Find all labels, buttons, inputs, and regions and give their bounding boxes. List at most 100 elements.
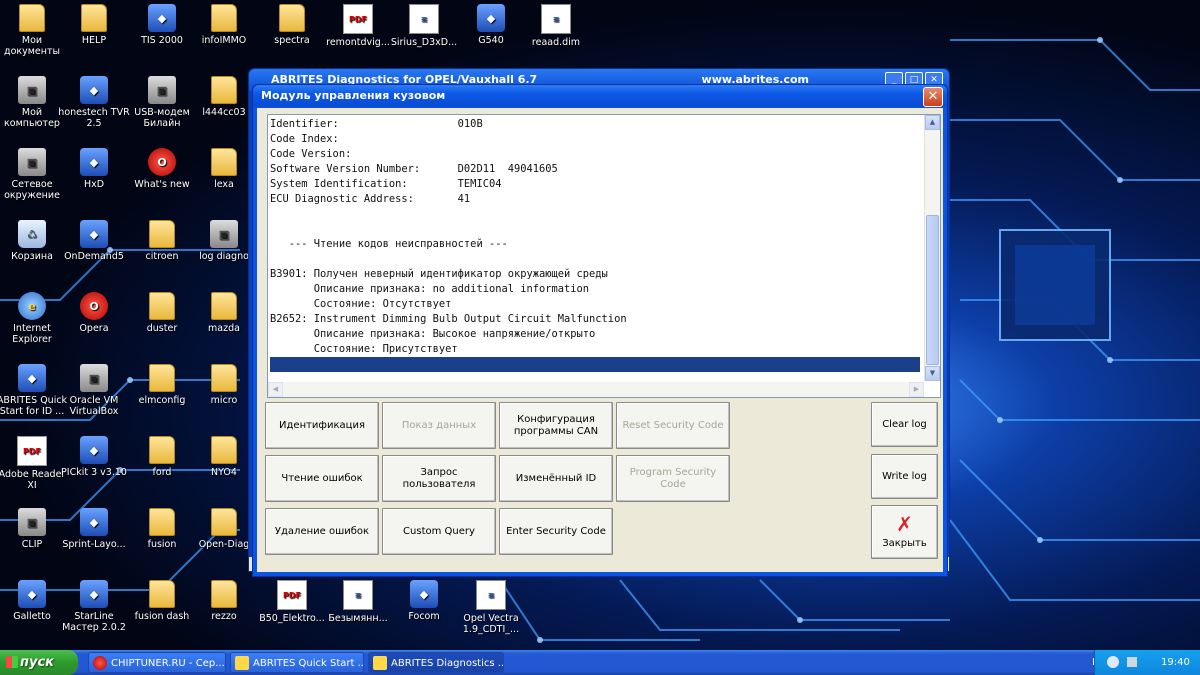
app-icon: ◆: [18, 580, 46, 608]
folder-icon: [19, 4, 45, 32]
folder-icon: [279, 4, 305, 32]
scroll-up-icon[interactable]: ▲: [925, 115, 940, 130]
desktop-icon-label: Opera: [79, 323, 109, 334]
desktop-icon-label: Безымянн...: [328, 613, 388, 624]
desktop-icon-label: HELP: [81, 35, 107, 46]
desktop-icon[interactable]: ≡ Opel Vectra 1.9_CDTI_...: [455, 580, 527, 635]
folder-icon: [211, 364, 237, 392]
desktop-icon-label: Oracle VM VirtualBox: [69, 395, 119, 417]
opera-icon: [93, 656, 107, 670]
enter-security-code-button[interactable]: Enter Security Code: [499, 508, 613, 555]
desktop-icon-label: HxD: [83, 179, 105, 190]
user-query-button[interactable]: Запрос пользователя: [382, 455, 496, 502]
can-config-button[interactable]: Конфигурация программы CAN: [499, 402, 613, 449]
close-dialog-label: Закрыть: [882, 538, 927, 549]
pdf-icon: PDF: [343, 4, 373, 34]
desktop-icon[interactable]: ◆ StarLine Мастер 2.0.2: [58, 580, 130, 633]
app-icon: ◆: [80, 148, 108, 176]
folder-icon: [149, 220, 175, 248]
task-opera[interactable]: CHIPTUNER.RU - Сер...: [88, 652, 226, 673]
folder-icon: [211, 292, 237, 320]
taskbar: пуск CHIPTUNER.RU - Сер... ABRITES Quick…: [0, 650, 1200, 675]
task-label: ABRITES Diagnostics ...: [391, 658, 504, 669]
desktop-icon[interactable]: PDF B50_Elektro...: [256, 580, 328, 624]
desktop-icon[interactable]: ≡ Sirius_D3xD...: [388, 4, 460, 48]
scroll-thumb[interactable]: [926, 215, 939, 365]
log-line: Состояние: Присутствует: [270, 343, 458, 355]
desktop-icon[interactable]: ≡ Безымянн...: [322, 580, 394, 624]
desktop-icon[interactable]: infoIMMO: [188, 4, 260, 46]
desktop-icon[interactable]: ◆ OnDemand5: [58, 220, 130, 262]
desktop-icon[interactable]: ◆ Focom: [388, 580, 460, 622]
log-line: ECU Diagnostic Address: 41: [270, 193, 471, 205]
task-abrites-diagnostics[interactable]: ABRITES Diagnostics ...: [368, 652, 504, 673]
speaker-icon[interactable]: [1127, 657, 1137, 667]
ie-icon: e: [18, 292, 46, 320]
tray-chevron-icon[interactable]: [1107, 656, 1119, 668]
scroll-left-icon[interactable]: ◀: [268, 382, 283, 397]
desktop-icon[interactable]: ◆ HxD: [58, 148, 130, 190]
dialog-client-area: Identifier: 010B Code Index: Code Version:…: [257, 108, 943, 572]
task-label: CHIPTUNER.RU - Сер...: [111, 658, 225, 669]
desktop-icon[interactable]: ◆ honestech TVR 2.5: [58, 76, 130, 129]
desktop-icon[interactable]: ▣ Oracle VM VirtualBox: [58, 364, 130, 417]
clock[interactable]: 19:40: [1161, 650, 1190, 675]
app-icon: ◆: [80, 76, 108, 104]
write-log-button[interactable]: Write log: [871, 454, 938, 499]
log-vertical-scrollbar[interactable]: ▲ ▼: [924, 115, 940, 381]
log-line: B3901: Получен неверный идентификатор ок…: [270, 268, 608, 280]
show-data-button[interactable]: Показ данных: [382, 402, 496, 449]
abrites-icon: [373, 656, 387, 670]
close-dialog-button[interactable]: ✗ Закрыть: [871, 505, 938, 559]
desktop-icon[interactable]: rezzo: [188, 580, 260, 622]
reset-security-code-button[interactable]: Reset Security Code: [616, 402, 730, 449]
log-line: Software Version Number: D02D11 49041605: [270, 163, 558, 175]
delete-errors-button[interactable]: Удаление ошибок: [265, 508, 379, 555]
folder-icon: [211, 4, 237, 32]
desktop-icon-label: honestech TVR 2.5: [58, 107, 130, 129]
desktop-icon[interactable]: ◆ PICkit 3 v3.10: [58, 436, 130, 478]
custom-query-button[interactable]: Custom Query: [382, 508, 496, 555]
changed-id-button[interactable]: Изменённый ID: [499, 455, 613, 502]
log-line: [270, 357, 920, 372]
read-errors-button[interactable]: Чтение ошибок: [265, 455, 379, 502]
doc-icon: ≡: [409, 4, 439, 34]
task-abrites-quick-start[interactable]: ABRITES Quick Start ...: [230, 652, 364, 673]
desktop-icon[interactable]: ≡ reaad.dim: [520, 4, 592, 48]
dialog-close-icon[interactable]: ✕: [923, 87, 943, 107]
clear-log-button[interactable]: Clear log: [871, 402, 938, 447]
desktop-icon[interactable]: HELP: [58, 4, 130, 46]
program-security-code-button[interactable]: Program Security Code: [616, 455, 730, 502]
scroll-down-icon[interactable]: ▼: [925, 366, 940, 381]
doc-icon: ≡: [343, 580, 373, 610]
folder-icon: [211, 436, 237, 464]
dialog-titlebar[interactable]: Модуль управления кузовом: [253, 85, 947, 107]
app-icon: ◆: [80, 220, 108, 248]
app-icon: ◆: [80, 580, 108, 608]
log-line: Code Version:: [270, 148, 352, 160]
identification-button[interactable]: Идентификация: [265, 402, 379, 449]
pdf-icon: PDF: [17, 436, 47, 466]
desktop-icon[interactable]: PDF remontdvig...: [322, 4, 394, 48]
body-control-module-dialog: Модуль управления кузовом ✕ Identifier: …: [252, 84, 948, 577]
desktop-icon[interactable]: O Opera: [58, 292, 130, 334]
app-icon: ◆: [410, 580, 438, 608]
log-line: Описание признака: no additional informa…: [270, 283, 590, 295]
desktop-icon[interactable]: ◆ G540: [455, 4, 527, 46]
scroll-right-icon[interactable]: ▶: [909, 382, 924, 397]
desktop-icon-label: Sprint-Layo...: [62, 539, 126, 550]
log-output[interactable]: Identifier: 010B Code Index: Code Version:…: [267, 114, 941, 398]
desktop-icon[interactable]: spectra: [256, 4, 328, 46]
log-line: System Identification: TEMIC04: [270, 178, 502, 190]
folder-icon: [211, 580, 237, 608]
desktop-icon[interactable]: ◆ Sprint-Layo...: [58, 508, 130, 550]
gray-icon: ▣: [18, 76, 46, 104]
start-button[interactable]: пуск: [0, 650, 78, 675]
desktop-icon-label: B50_Elektro...: [259, 613, 325, 624]
dialog-title: Модуль управления кузовом: [261, 89, 446, 102]
log-horizontal-scrollbar[interactable]: ◀ ▶: [268, 382, 924, 397]
desktop-icon-label: OnDemand5: [64, 251, 124, 262]
log-line: Code Index:: [270, 133, 339, 145]
log-line: B2652: Instrument Dimming Bulb Output Ci…: [270, 313, 627, 325]
